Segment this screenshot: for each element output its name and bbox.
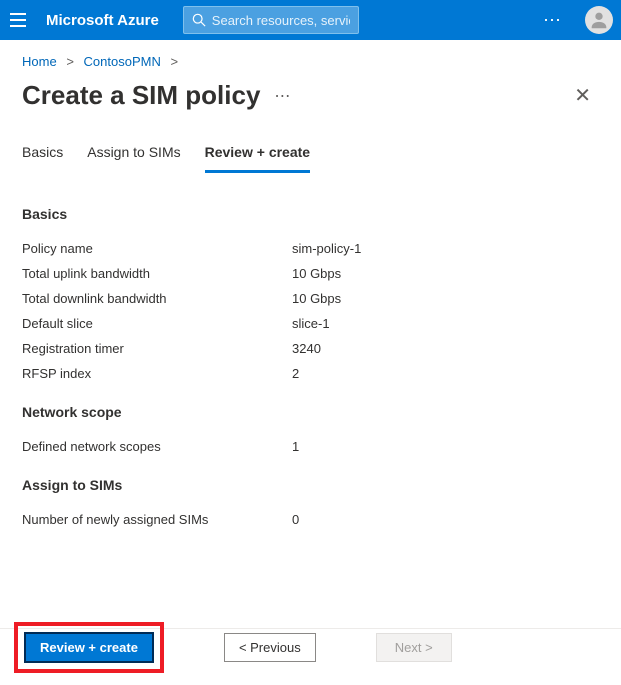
kv-key: Policy name [22, 241, 292, 256]
search-input[interactable] [212, 13, 350, 28]
kv-row: Total uplink bandwidth10 Gbps [22, 261, 599, 286]
review-content: Basics Policy namesim-policy-1 Total upl… [0, 174, 621, 532]
breadcrumb-item[interactable]: ContosoPMN [84, 54, 161, 69]
brand-label[interactable]: Microsoft Azure [46, 12, 159, 29]
more-icon[interactable]: ⋯ [537, 10, 569, 31]
kv-key: Number of newly assigned SIMs [22, 512, 292, 527]
kv-row: Number of newly assigned SIMs0 [22, 507, 599, 532]
chevron-right-icon: > [170, 54, 178, 69]
kv-key: Default slice [22, 316, 292, 331]
section-head-basics: Basics [22, 206, 599, 222]
kv-row: Policy namesim-policy-1 [22, 236, 599, 261]
title-row: Create a SIM policy ⋯ ✕ [0, 75, 621, 136]
avatar[interactable] [585, 6, 613, 34]
kv-key: RFSP index [22, 366, 292, 381]
kv-value: 10 Gbps [292, 266, 599, 281]
page-title: Create a SIM policy [22, 80, 260, 111]
previous-button[interactable]: < Previous [224, 633, 316, 662]
kv-value: slice-1 [292, 316, 599, 331]
close-icon[interactable]: ✕ [566, 79, 599, 112]
breadcrumb: Home > ContosoPMN > [0, 40, 621, 75]
kv-row: Defined network scopes1 [22, 434, 599, 459]
top-bar: Microsoft Azure ⋯ [0, 0, 621, 40]
kv-key: Defined network scopes [22, 439, 292, 454]
kv-value: 3240 [292, 341, 599, 356]
kv-key: Registration timer [22, 341, 292, 356]
search-icon [192, 13, 206, 27]
kv-value: 2 [292, 366, 599, 381]
kv-value: 0 [292, 512, 599, 527]
kv-row: Total downlink bandwidth10 Gbps [22, 286, 599, 311]
kv-value: 10 Gbps [292, 291, 599, 306]
kv-value: sim-policy-1 [292, 241, 599, 256]
review-create-button[interactable]: Review + create [24, 632, 154, 663]
kv-row: Default sliceslice-1 [22, 311, 599, 336]
menu-icon[interactable] [8, 8, 32, 32]
tab-assign[interactable]: Assign to SIMs [87, 136, 180, 173]
highlight-box: Review + create [14, 622, 164, 673]
tab-review-create[interactable]: Review + create [205, 136, 310, 173]
footer: Review + create < Previous Next > [0, 622, 621, 673]
search-input-container[interactable] [183, 6, 359, 34]
section-head-assign: Assign to SIMs [22, 477, 599, 493]
next-button: Next > [376, 633, 452, 662]
kv-row: Registration timer3240 [22, 336, 599, 361]
kv-key: Total uplink bandwidth [22, 266, 292, 281]
section-head-network: Network scope [22, 404, 599, 420]
kv-key: Total downlink bandwidth [22, 291, 292, 306]
kv-row: RFSP index2 [22, 361, 599, 386]
tabs: Basics Assign to SIMs Review + create [0, 136, 621, 174]
title-more-icon[interactable]: ⋯ [274, 86, 292, 106]
breadcrumb-home[interactable]: Home [22, 54, 57, 69]
tab-basics[interactable]: Basics [22, 136, 63, 173]
chevron-right-icon: > [66, 54, 74, 69]
kv-value: 1 [292, 439, 599, 454]
